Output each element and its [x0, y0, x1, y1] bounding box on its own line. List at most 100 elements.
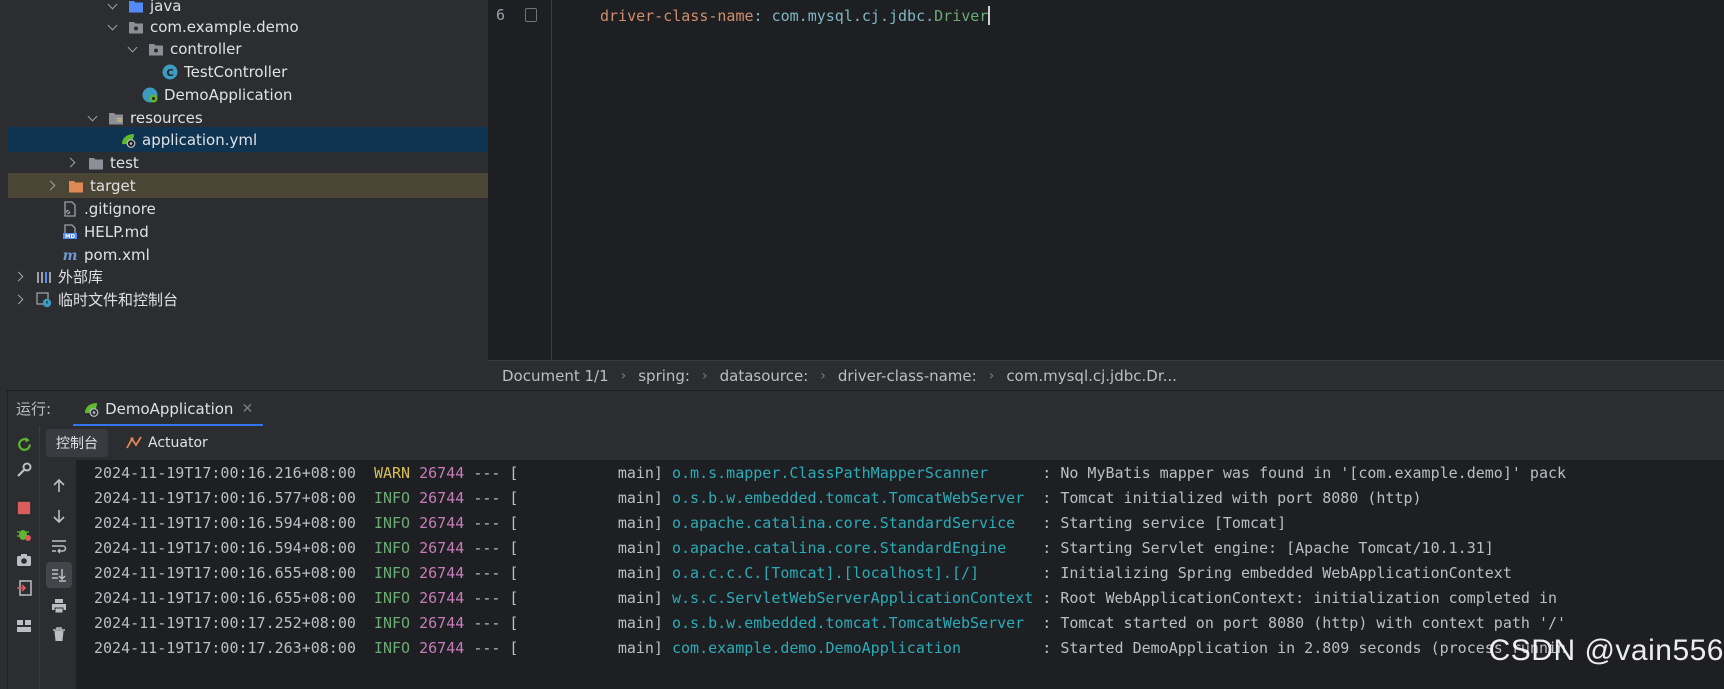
gitignore-icon — [64, 200, 76, 217]
log-pid: 26744 — [419, 464, 465, 482]
breadcrumb-document[interactable]: Document 1/1 — [502, 367, 609, 385]
tree-item-testcontroller[interactable]: C TestController — [8, 59, 488, 84]
log-spacer — [464, 539, 473, 557]
maven-icon: m — [63, 248, 78, 263]
soft-wrap-icon[interactable] — [49, 536, 69, 556]
tree-item-external-libraries[interactable]: 外部库 — [8, 264, 488, 289]
wrench-icon[interactable] — [14, 460, 34, 480]
chevron-down-icon[interactable] — [126, 42, 140, 56]
arrow-up-icon[interactable] — [49, 476, 69, 496]
log-spacer — [356, 514, 374, 532]
log-pid: 26744 — [419, 489, 465, 507]
log-spacer — [663, 489, 672, 507]
chevron-down-icon[interactable] — [106, 20, 120, 34]
debug-restart-icon[interactable] — [14, 524, 34, 544]
line-number: 6 — [496, 6, 506, 24]
log-spacer — [356, 614, 374, 632]
tree-item-gitignore[interactable]: .gitignore — [8, 196, 488, 221]
chevron-right-icon[interactable] — [14, 270, 28, 284]
log-thread: main] — [617, 639, 663, 657]
trash-icon[interactable] — [49, 624, 69, 644]
log-separator: --- [ — [473, 614, 519, 632]
layout-icon[interactable] — [14, 616, 34, 636]
tab-console[interactable]: 控制台 — [46, 429, 108, 457]
tree-item-help-md[interactable]: MD HELP.md — [8, 219, 488, 244]
tree-item-test[interactable]: test — [8, 150, 488, 175]
console-output[interactable]: 2024-11-19T17:00:16.216+08:00 WARN 26744… — [76, 460, 1724, 689]
fold-marker-icon[interactable] — [525, 8, 537, 22]
log-message: : Initializing Spring embedded WebApplic… — [1042, 564, 1512, 582]
log-spacer — [518, 464, 617, 482]
log-spacer — [663, 614, 672, 632]
log-thread: main] — [617, 614, 663, 632]
console-line: 2024-11-19T17:00:16.594+08:00 INFO 26744… — [94, 539, 1494, 563]
log-message: : Starting Servlet engine: [Apache Tomca… — [1042, 539, 1494, 557]
log-spacer — [410, 614, 419, 632]
spring-boot-run-icon — [85, 402, 99, 417]
log-spacer — [464, 514, 473, 532]
breadcrumb: Document 1/1 › spring: › datasource: › d… — [488, 360, 1724, 390]
tree-item-application-yml[interactable]: application.yml — [8, 127, 488, 152]
tree-item-demoapplication[interactable]: DemoApplication — [8, 82, 488, 107]
log-spacer — [356, 464, 374, 482]
package-icon — [149, 43, 163, 55]
console-line: 2024-11-19T17:00:16.216+08:00 WARN 26744… — [94, 464, 1566, 488]
log-thread: main] — [617, 539, 663, 557]
log-level: INFO — [373, 614, 411, 632]
scroll-to-end-icon[interactable] — [46, 562, 72, 588]
exit-icon[interactable] — [14, 578, 34, 598]
chevron-down-icon[interactable] — [106, 0, 120, 13]
chevron-right-icon[interactable] — [14, 293, 28, 307]
log-level: WARN — [373, 464, 411, 482]
tree-item-label: test — [110, 153, 139, 172]
log-spacer — [464, 614, 473, 632]
tree-item-controller[interactable]: controller — [8, 36, 488, 61]
svg-text:m: m — [63, 248, 78, 263]
print-icon[interactable] — [49, 596, 69, 616]
stop-icon[interactable] — [14, 498, 34, 518]
yaml-value-prefix: com.mysql.cj.jdbc. — [771, 7, 935, 25]
log-spacer — [1033, 489, 1042, 507]
tab-actuator[interactable]: Actuator — [116, 431, 218, 455]
log-spacer — [464, 464, 473, 482]
tree-item-label: controller — [170, 39, 242, 58]
log-timestamp: 2024-11-19T17:00:16.577+08:00 — [94, 489, 356, 507]
run-toolbar-primary — [8, 426, 40, 689]
log-logger: w.s.c.ServletWebServerApplicationContext — [672, 589, 1034, 607]
code-editor[interactable]: 6 driver-class-name: com.mysql.cj.jdbc.D… — [488, 0, 1724, 360]
tree-item-scratches[interactable]: 临时文件和控制台 — [8, 287, 488, 312]
log-pid: 26744 — [419, 514, 465, 532]
tab-actuator-label: Actuator — [148, 435, 208, 451]
log-level: INFO — [373, 514, 411, 532]
yaml-colon: : — [753, 7, 763, 25]
log-level: INFO — [373, 639, 411, 657]
breadcrumb-value[interactable]: com.mysql.cj.jdbc.Dr... — [1006, 367, 1177, 385]
chevron-down-icon[interactable] — [86, 111, 100, 125]
log-pid: 26744 — [419, 639, 465, 657]
console-line: 2024-11-19T17:00:16.655+08:00 INFO 26744… — [94, 564, 1512, 588]
log-timestamp: 2024-11-19T17:00:17.252+08:00 — [94, 614, 356, 632]
log-message: : Tomcat started on port 8080 (http) wit… — [1042, 614, 1567, 632]
log-separator: --- [ — [473, 639, 519, 657]
breadcrumb-spring[interactable]: spring: — [638, 367, 690, 385]
excluded-folder-icon — [69, 180, 83, 192]
chevron-right-icon[interactable] — [46, 179, 60, 193]
log-spacer — [410, 489, 419, 507]
tree-item-target[interactable]: target — [8, 173, 488, 198]
chevron-right-icon[interactable] — [66, 156, 80, 170]
camera-icon[interactable] — [14, 550, 34, 570]
run-subtabs: 控制台 Actuator — [40, 426, 1724, 460]
log-level: INFO — [373, 564, 411, 582]
log-thread: main] — [617, 489, 663, 507]
run-tab-demoapplication[interactable]: DemoApplication ✕ — [73, 391, 264, 427]
log-spacer — [518, 589, 617, 607]
log-message: : No MyBatis mapper was found in '[com.e… — [1042, 464, 1567, 482]
breadcrumb-datasource[interactable]: datasource: — [720, 367, 809, 385]
log-spacer — [1033, 639, 1042, 657]
rerun-icon[interactable] — [14, 434, 34, 454]
arrow-down-icon[interactable] — [49, 506, 69, 526]
close-icon[interactable]: ✕ — [241, 401, 253, 417]
breadcrumb-driver-class-name[interactable]: driver-class-name: — [838, 367, 977, 385]
code-line[interactable]: driver-class-name: com.mysql.cj.jdbc.Dri… — [600, 6, 991, 25]
log-timestamp: 2024-11-19T17:00:16.655+08:00 — [94, 589, 356, 607]
